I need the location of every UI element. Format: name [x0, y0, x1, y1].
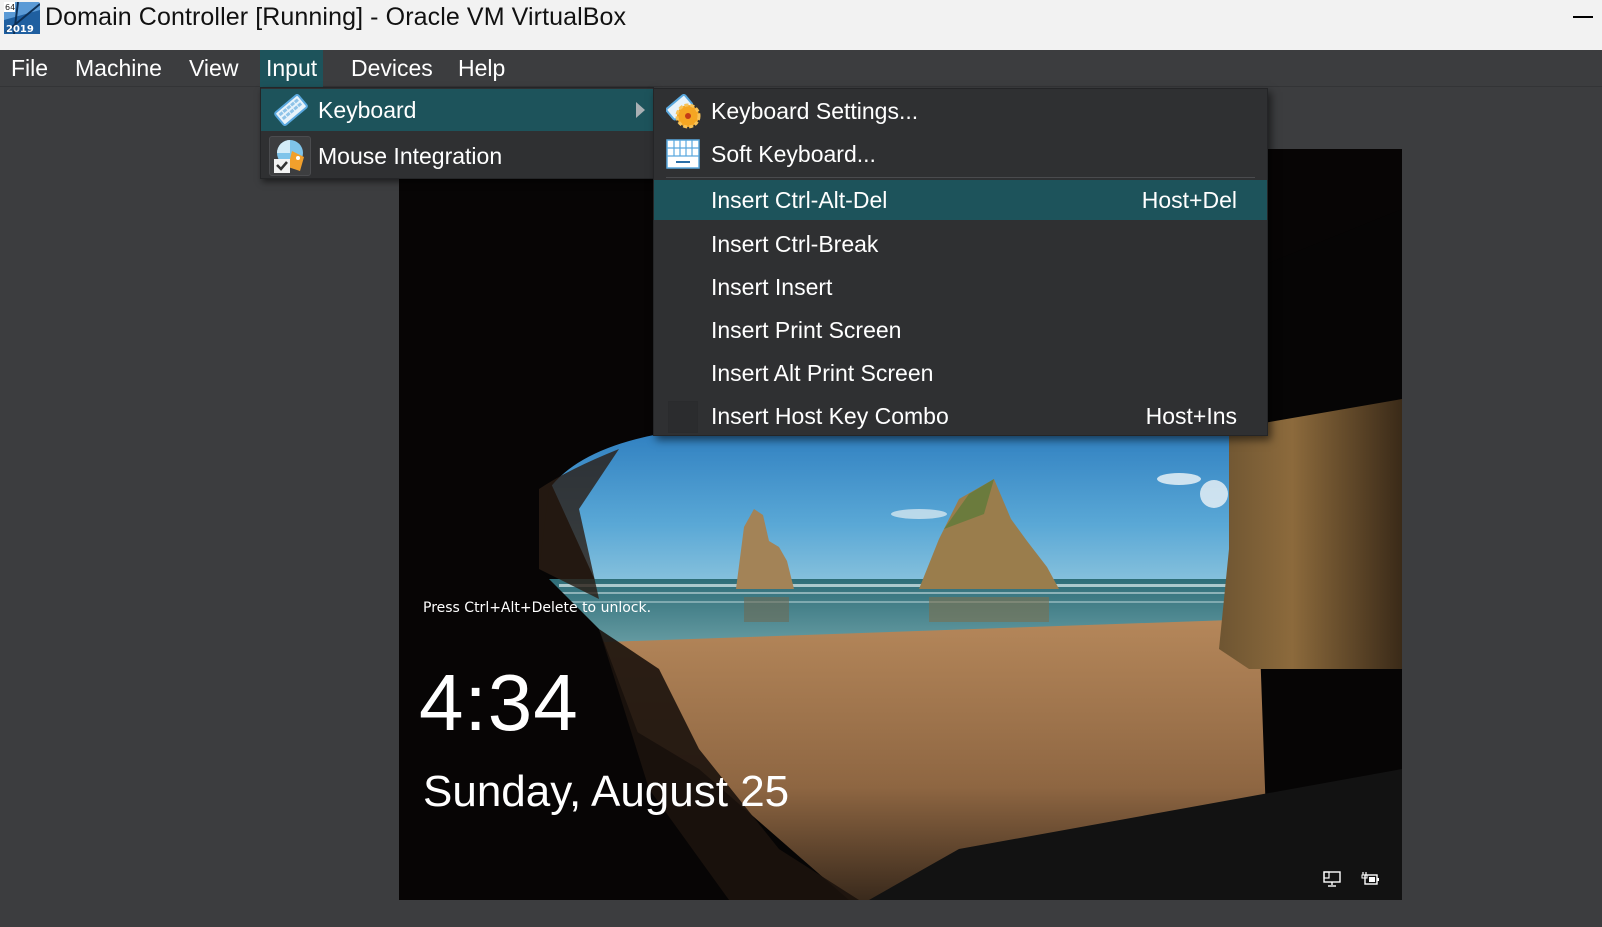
- lock-screen-date: Sunday, August 25: [423, 767, 790, 816]
- menubar: File Machine View Input Devices Help: [0, 50, 1602, 87]
- menu-devices[interactable]: Devices: [345, 50, 439, 87]
- menu-item-insert-insert[interactable]: Insert Insert: [654, 266, 1267, 309]
- menu-separator: [666, 177, 1255, 178]
- menu-item-mouse-integration[interactable]: Mouse Integration: [261, 134, 653, 178]
- menu-item-insert-ctrl-alt-del[interactable]: Insert Ctrl-Alt-Del Host+Del: [654, 180, 1267, 220]
- menu-item-insert-ctrl-break[interactable]: Insert Ctrl-Break: [654, 223, 1267, 266]
- menu-item-insert-alt-print-screen[interactable]: Insert Alt Print Screen: [654, 352, 1267, 395]
- svg-text:2019: 2019: [6, 24, 34, 34]
- checkbox-indicator: [668, 401, 698, 433]
- menu-item-label: Mouse Integration: [318, 143, 503, 169]
- keyboard-submenu: Keyboard Settings... Soft Keyboard... In…: [653, 88, 1268, 436]
- menu-item-label: Insert Host Key Combo: [711, 403, 949, 429]
- shortcut-label: Host+Ins: [1145, 403, 1237, 429]
- menu-item-label: Insert Alt Print Screen: [711, 360, 934, 386]
- input-menu: Keyboard Mouse Integration: [260, 87, 654, 179]
- menu-view[interactable]: View: [183, 50, 244, 87]
- menu-input[interactable]: Input: [260, 50, 324, 87]
- power-icon[interactable]: [1361, 871, 1379, 887]
- vm-os-icon: 64 2019: [4, 1, 41, 35]
- menu-item-label: Keyboard: [318, 97, 417, 123]
- menu-item-insert-print-screen[interactable]: Insert Print Screen: [654, 309, 1267, 352]
- keyboard-settings-icon: [665, 93, 702, 136]
- window-title: Domain Controller [Running] - Oracle VM …: [45, 3, 627, 31]
- network-icon[interactable]: [1323, 871, 1341, 887]
- menu-machine[interactable]: Machine: [69, 50, 168, 87]
- lock-screen-hint: Press Ctrl+Alt+Delete to unlock.: [423, 600, 652, 616]
- mouse-integration-icon: [269, 136, 311, 176]
- menu-item-label: Insert Ctrl-Break: [711, 231, 879, 257]
- menu-file[interactable]: File: [5, 50, 54, 87]
- svg-text:64: 64: [5, 3, 15, 12]
- window-titlebar: 64 2019 Domain Controller [Running] - Or…: [0, 0, 1602, 50]
- lock-screen-time: 4:34: [419, 658, 579, 747]
- menu-help[interactable]: Help: [452, 50, 511, 87]
- menu-item-label: Insert Print Screen: [711, 317, 902, 343]
- menu-item-label: Keyboard Settings...: [711, 98, 919, 124]
- menu-item-label: Soft Keyboard...: [711, 141, 876, 167]
- soft-keyboard-icon: [666, 138, 700, 176]
- menu-item-keyboard-settings[interactable]: Keyboard Settings...: [654, 90, 1267, 133]
- menu-item-keyboard[interactable]: Keyboard: [261, 89, 653, 131]
- menu-item-soft-keyboard[interactable]: Soft Keyboard...: [654, 133, 1267, 176]
- menu-item-label: Insert Insert: [711, 274, 833, 300]
- minimize-icon[interactable]: [1570, 8, 1594, 28]
- menu-item-label: Insert Ctrl-Alt-Del: [711, 187, 888, 213]
- submenu-arrow-icon: [636, 102, 645, 118]
- menu-item-insert-host-key-combo[interactable]: Insert Host Key Combo Host+Ins: [654, 395, 1267, 438]
- shortcut-label: Host+Del: [1141, 187, 1237, 213]
- keyboard-icon: [273, 93, 309, 133]
